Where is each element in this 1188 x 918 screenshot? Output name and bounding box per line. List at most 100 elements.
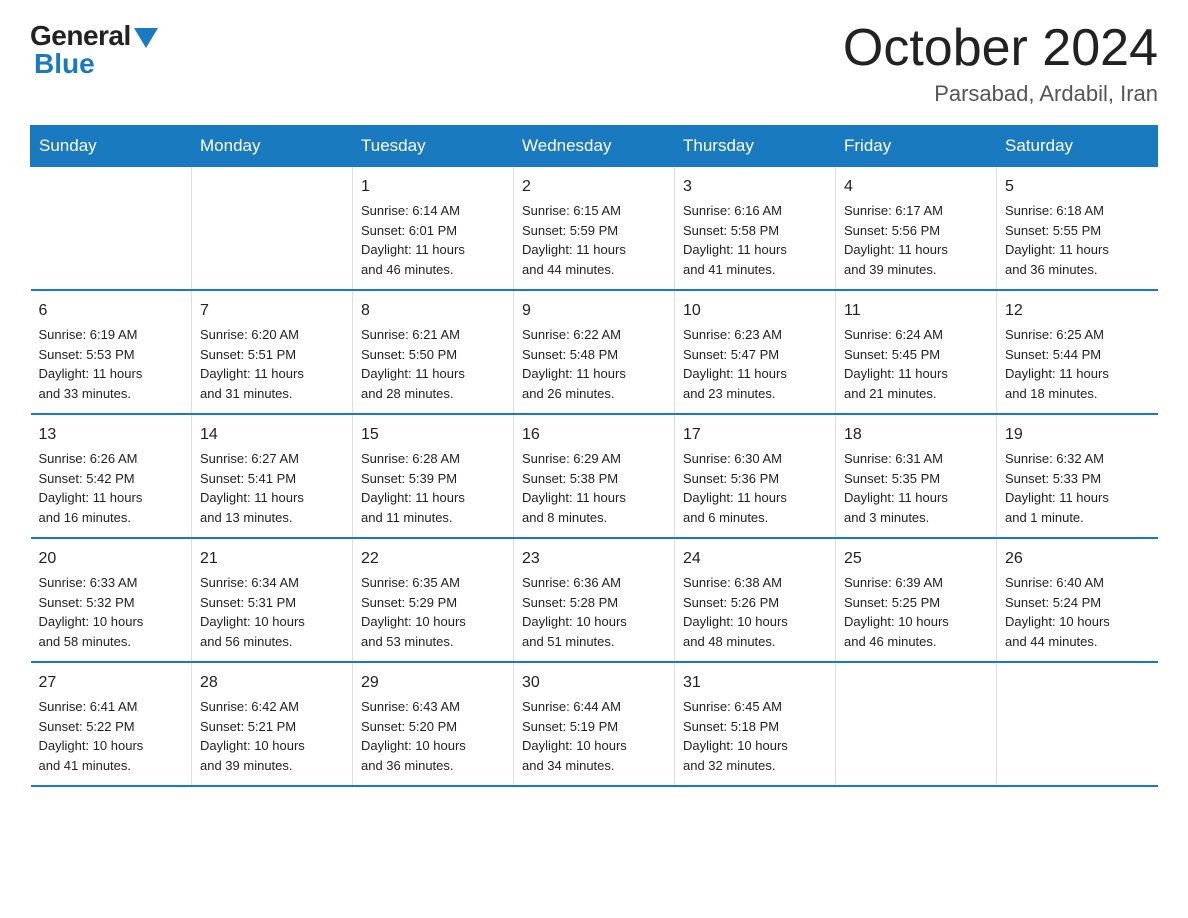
calendar-week-row: 13Sunrise: 6:26 AM Sunset: 5:42 PM Dayli… [31,414,1158,538]
day-number: 10 [683,299,827,323]
day-info: Sunrise: 6:39 AM Sunset: 5:25 PM Dayligh… [844,573,988,651]
day-number: 16 [522,423,666,447]
calendar-cell [31,167,192,291]
calendar-table: SundayMondayTuesdayWednesdayThursdayFrid… [30,125,1158,787]
day-number: 12 [1005,299,1150,323]
day-info: Sunrise: 6:25 AM Sunset: 5:44 PM Dayligh… [1005,325,1150,403]
day-number: 25 [844,547,988,571]
calendar-week-row: 20Sunrise: 6:33 AM Sunset: 5:32 PM Dayli… [31,538,1158,662]
calendar-cell: 5Sunrise: 6:18 AM Sunset: 5:55 PM Daylig… [997,167,1158,291]
day-info: Sunrise: 6:33 AM Sunset: 5:32 PM Dayligh… [39,573,184,651]
calendar-cell: 10Sunrise: 6:23 AM Sunset: 5:47 PM Dayli… [675,290,836,414]
calendar-cell [997,662,1158,786]
weekday-header-wednesday: Wednesday [514,126,675,167]
calendar-week-row: 27Sunrise: 6:41 AM Sunset: 5:22 PM Dayli… [31,662,1158,786]
calendar-cell: 15Sunrise: 6:28 AM Sunset: 5:39 PM Dayli… [353,414,514,538]
location-subtitle: Parsabad, Ardabil, Iran [843,81,1158,107]
logo-blue-text: Blue [34,48,95,80]
calendar-week-row: 6Sunrise: 6:19 AM Sunset: 5:53 PM Daylig… [31,290,1158,414]
day-number: 6 [39,299,184,323]
day-info: Sunrise: 6:14 AM Sunset: 6:01 PM Dayligh… [361,201,505,279]
day-number: 29 [361,671,505,695]
day-info: Sunrise: 6:27 AM Sunset: 5:41 PM Dayligh… [200,449,344,527]
logo: General Blue [30,20,158,80]
day-number: 22 [361,547,505,571]
day-info: Sunrise: 6:31 AM Sunset: 5:35 PM Dayligh… [844,449,988,527]
calendar-cell: 2Sunrise: 6:15 AM Sunset: 5:59 PM Daylig… [514,167,675,291]
day-info: Sunrise: 6:15 AM Sunset: 5:59 PM Dayligh… [522,201,666,279]
month-title: October 2024 [843,20,1158,77]
day-info: Sunrise: 6:19 AM Sunset: 5:53 PM Dayligh… [39,325,184,403]
calendar-cell: 28Sunrise: 6:42 AM Sunset: 5:21 PM Dayli… [192,662,353,786]
day-info: Sunrise: 6:43 AM Sunset: 5:20 PM Dayligh… [361,697,505,775]
calendar-week-row: 1Sunrise: 6:14 AM Sunset: 6:01 PM Daylig… [31,167,1158,291]
day-info: Sunrise: 6:35 AM Sunset: 5:29 PM Dayligh… [361,573,505,651]
weekday-header-row: SundayMondayTuesdayWednesdayThursdayFrid… [31,126,1158,167]
day-info: Sunrise: 6:20 AM Sunset: 5:51 PM Dayligh… [200,325,344,403]
day-info: Sunrise: 6:29 AM Sunset: 5:38 PM Dayligh… [522,449,666,527]
calendar-cell: 17Sunrise: 6:30 AM Sunset: 5:36 PM Dayli… [675,414,836,538]
calendar-cell: 25Sunrise: 6:39 AM Sunset: 5:25 PM Dayli… [836,538,997,662]
calendar-cell: 6Sunrise: 6:19 AM Sunset: 5:53 PM Daylig… [31,290,192,414]
calendar-cell: 8Sunrise: 6:21 AM Sunset: 5:50 PM Daylig… [353,290,514,414]
calendar-cell: 3Sunrise: 6:16 AM Sunset: 5:58 PM Daylig… [675,167,836,291]
day-info: Sunrise: 6:21 AM Sunset: 5:50 PM Dayligh… [361,325,505,403]
day-info: Sunrise: 6:42 AM Sunset: 5:21 PM Dayligh… [200,697,344,775]
calendar-cell: 23Sunrise: 6:36 AM Sunset: 5:28 PM Dayli… [514,538,675,662]
day-info: Sunrise: 6:41 AM Sunset: 5:22 PM Dayligh… [39,697,184,775]
day-number: 4 [844,175,988,199]
calendar-cell: 19Sunrise: 6:32 AM Sunset: 5:33 PM Dayli… [997,414,1158,538]
calendar-cell: 31Sunrise: 6:45 AM Sunset: 5:18 PM Dayli… [675,662,836,786]
title-area: October 2024 Parsabad, Ardabil, Iran [843,20,1158,107]
weekday-header-thursday: Thursday [675,126,836,167]
day-number: 7 [200,299,344,323]
day-number: 15 [361,423,505,447]
calendar-cell: 20Sunrise: 6:33 AM Sunset: 5:32 PM Dayli… [31,538,192,662]
calendar-cell: 21Sunrise: 6:34 AM Sunset: 5:31 PM Dayli… [192,538,353,662]
calendar-cell: 29Sunrise: 6:43 AM Sunset: 5:20 PM Dayli… [353,662,514,786]
day-info: Sunrise: 6:38 AM Sunset: 5:26 PM Dayligh… [683,573,827,651]
calendar-cell: 30Sunrise: 6:44 AM Sunset: 5:19 PM Dayli… [514,662,675,786]
day-number: 13 [39,423,184,447]
calendar-cell: 26Sunrise: 6:40 AM Sunset: 5:24 PM Dayli… [997,538,1158,662]
day-number: 30 [522,671,666,695]
calendar-cell: 9Sunrise: 6:22 AM Sunset: 5:48 PM Daylig… [514,290,675,414]
calendar-cell: 16Sunrise: 6:29 AM Sunset: 5:38 PM Dayli… [514,414,675,538]
day-number: 19 [1005,423,1150,447]
day-number: 5 [1005,175,1150,199]
day-info: Sunrise: 6:23 AM Sunset: 5:47 PM Dayligh… [683,325,827,403]
weekday-header-saturday: Saturday [997,126,1158,167]
day-number: 31 [683,671,827,695]
calendar-cell [192,167,353,291]
calendar-cell: 13Sunrise: 6:26 AM Sunset: 5:42 PM Dayli… [31,414,192,538]
day-info: Sunrise: 6:17 AM Sunset: 5:56 PM Dayligh… [844,201,988,279]
day-number: 28 [200,671,344,695]
day-number: 24 [683,547,827,571]
calendar-cell: 4Sunrise: 6:17 AM Sunset: 5:56 PM Daylig… [836,167,997,291]
weekday-header-sunday: Sunday [31,126,192,167]
logo-triangle-icon [134,28,158,48]
day-number: 26 [1005,547,1150,571]
calendar-cell: 11Sunrise: 6:24 AM Sunset: 5:45 PM Dayli… [836,290,997,414]
calendar-cell [836,662,997,786]
weekday-header-friday: Friday [836,126,997,167]
day-info: Sunrise: 6:16 AM Sunset: 5:58 PM Dayligh… [683,201,827,279]
day-info: Sunrise: 6:34 AM Sunset: 5:31 PM Dayligh… [200,573,344,651]
calendar-cell: 12Sunrise: 6:25 AM Sunset: 5:44 PM Dayli… [997,290,1158,414]
day-info: Sunrise: 6:44 AM Sunset: 5:19 PM Dayligh… [522,697,666,775]
day-number: 27 [39,671,184,695]
day-info: Sunrise: 6:24 AM Sunset: 5:45 PM Dayligh… [844,325,988,403]
day-info: Sunrise: 6:26 AM Sunset: 5:42 PM Dayligh… [39,449,184,527]
day-number: 23 [522,547,666,571]
day-number: 18 [844,423,988,447]
day-number: 20 [39,547,184,571]
page-header: General Blue October 2024 Parsabad, Arda… [30,20,1158,107]
day-info: Sunrise: 6:32 AM Sunset: 5:33 PM Dayligh… [1005,449,1150,527]
day-number: 2 [522,175,666,199]
day-info: Sunrise: 6:45 AM Sunset: 5:18 PM Dayligh… [683,697,827,775]
day-number: 3 [683,175,827,199]
day-number: 9 [522,299,666,323]
day-number: 21 [200,547,344,571]
day-info: Sunrise: 6:28 AM Sunset: 5:39 PM Dayligh… [361,449,505,527]
day-number: 17 [683,423,827,447]
